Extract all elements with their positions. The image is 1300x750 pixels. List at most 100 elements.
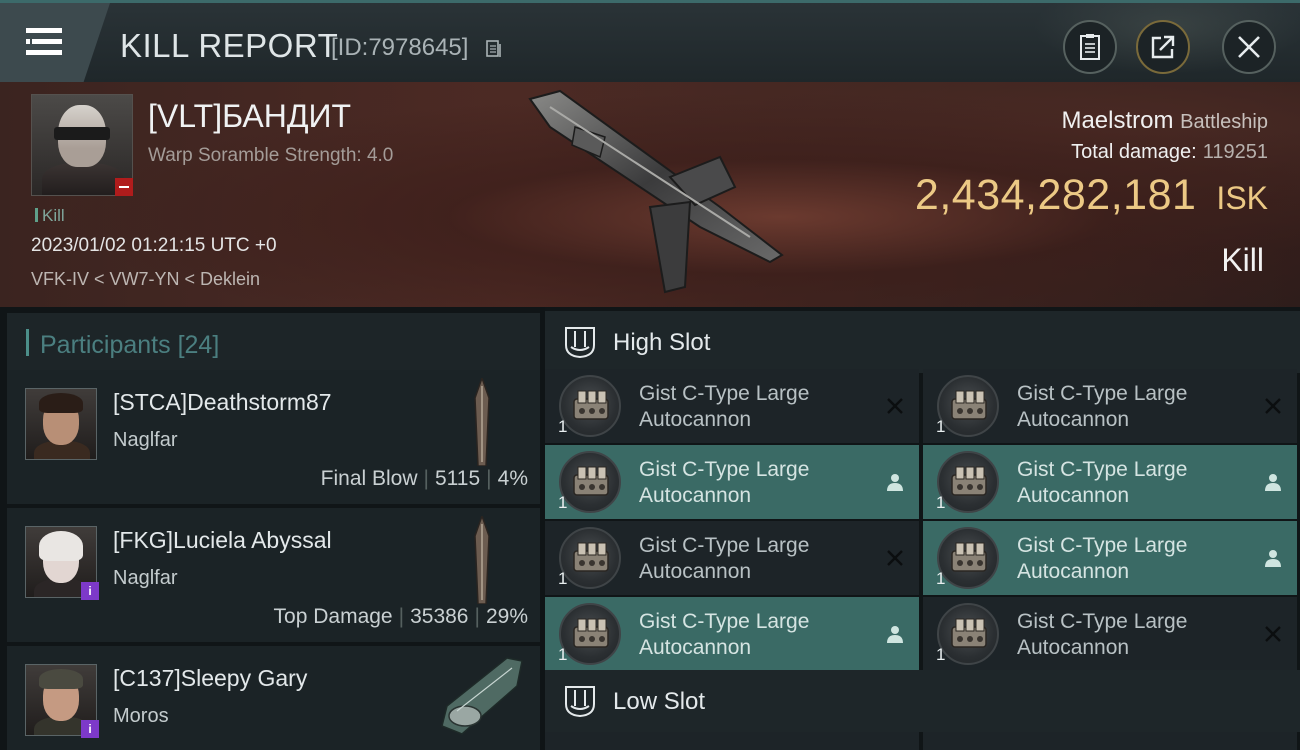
module-item[interactable]: 1 Gist C-Type Large Autocannon bbox=[923, 521, 1297, 595]
participant-percent: 4% bbox=[497, 467, 528, 490]
participant-damage: 5115 bbox=[435, 467, 481, 490]
destroyed-x-icon bbox=[887, 398, 903, 414]
module-item[interactable]: 1 Gist C-Type Large Autocannon bbox=[923, 597, 1297, 671]
low-slot-module[interactable] bbox=[545, 732, 919, 750]
info-badge: i bbox=[81, 720, 99, 738]
report-id: [ID:7978645] bbox=[331, 34, 469, 61]
autocannon-icon bbox=[937, 603, 999, 665]
fitting-panel: High Slot 1 Gist C-Type Large Autocannon 1 G… bbox=[545, 307, 1300, 750]
module-item[interactable]: 1 Gist C-Type Large Autocannon bbox=[545, 369, 919, 443]
low-slot-title: Low Slot bbox=[613, 688, 706, 715]
ship-icon bbox=[474, 516, 490, 604]
victim-ship-image[interactable] bbox=[520, 87, 790, 297]
participant-ship: Naglfar bbox=[113, 567, 178, 589]
module-quantity: 1 bbox=[936, 417, 946, 436]
victim-name[interactable]: [VLT]БАНДИТ bbox=[148, 98, 351, 135]
total-damage-label: Total damage: bbox=[1071, 141, 1197, 163]
participants-title: Participants [24] bbox=[40, 331, 220, 359]
module-name: Gist C-Type Large Autocannon bbox=[639, 382, 810, 431]
module-item[interactable]: 1 Gist C-Type Large Autocannon bbox=[923, 445, 1297, 519]
destroyed-x-icon bbox=[1265, 626, 1281, 642]
autocannon-icon bbox=[937, 527, 999, 589]
participant-name[interactable]: [C137]Sleepy Gary bbox=[113, 665, 307, 692]
isk-value-line: 2,434,282,181 ISK bbox=[915, 171, 1268, 220]
close-button[interactable] bbox=[1222, 20, 1276, 74]
participant-ship: Moros bbox=[113, 705, 169, 727]
ship-class: Battleship bbox=[1180, 111, 1268, 133]
total-damage: Total damage: 119251 bbox=[1071, 141, 1268, 164]
menu-icon bbox=[26, 28, 62, 55]
participant-role: Final Blow bbox=[320, 467, 418, 490]
scramble-strength: Warp Soramble Strength: 4.0 bbox=[148, 145, 394, 166]
high-slot-header: High Slot bbox=[545, 311, 1300, 373]
participant-percent: 29% bbox=[485, 605, 528, 628]
destroyed-x-icon bbox=[1265, 398, 1281, 414]
module-name: Gist C-Type Large Autocannon bbox=[639, 534, 810, 583]
module-name: Gist C-Type Large Autocannon bbox=[1017, 534, 1188, 583]
copy-icon[interactable] bbox=[486, 40, 502, 58]
victim-panel: [VLT]БАНДИТ Warp Soramble Strength: 4.0 … bbox=[0, 82, 1300, 307]
clipboard-button[interactable] bbox=[1063, 20, 1117, 74]
participants-count: [24] bbox=[177, 331, 220, 359]
isk-value: 2,434,282,181 bbox=[914, 171, 1197, 219]
autocannon-icon bbox=[937, 375, 999, 437]
menu-button[interactable] bbox=[0, 3, 110, 82]
low-slot-header: Low Slot bbox=[545, 670, 1300, 732]
module-quantity: 1 bbox=[936, 569, 946, 588]
victim-ship[interactable]: Maelstrom Battleship bbox=[1061, 107, 1268, 135]
module-quantity: 1 bbox=[936, 493, 946, 512]
share-button[interactable] bbox=[1136, 20, 1190, 74]
module-name: Gist C-Type Large Autocannon bbox=[1017, 458, 1188, 507]
participant-row[interactable]: [STCA]Deathstorm87 Naglfar Final Blow | 51… bbox=[7, 370, 540, 504]
dropped-person-icon bbox=[887, 474, 903, 491]
module-name: Gist C-Type Large Autocannon bbox=[639, 458, 810, 507]
high-slot-title: High Slot bbox=[613, 329, 711, 356]
isk-unit: ISK bbox=[1216, 180, 1268, 216]
module-name: Gist C-Type Large Autocannon bbox=[1017, 382, 1188, 431]
module-quantity: 1 bbox=[558, 417, 568, 436]
ship-icon bbox=[474, 378, 490, 466]
module-quantity: 1 bbox=[936, 645, 946, 664]
autocannon-icon bbox=[559, 527, 621, 589]
low-slot-module[interactable] bbox=[923, 732, 1297, 750]
module-name: Gist C-Type Large Autocannon bbox=[639, 610, 810, 659]
participant-name[interactable]: [FKG]Luciela Abyssal bbox=[113, 527, 332, 554]
page-title: KILL REPORT bbox=[120, 27, 339, 64]
autocannon-icon bbox=[937, 451, 999, 513]
low-slot-icon bbox=[565, 686, 595, 718]
ship-icon bbox=[441, 657, 523, 735]
participant-stats: Final Blow | 5115 | 4% bbox=[320, 467, 528, 490]
participant-stats: Top Damage | 35386 | 29% bbox=[273, 605, 528, 628]
participant-damage: 35386 bbox=[410, 605, 469, 628]
dropped-person-icon bbox=[1265, 474, 1281, 491]
participant-row[interactable]: i [FKG]Luciela Abyssal Naglfar Top Damag… bbox=[7, 508, 540, 642]
participant-row[interactable]: i [C137]Sleepy Gary Moros bbox=[7, 646, 540, 750]
kill-location[interactable]: VFK-IV < VW7-YN < Deklein bbox=[31, 269, 260, 290]
module-item[interactable]: 1 Gist C-Type Large Autocannon bbox=[545, 521, 919, 595]
module-item[interactable]: 1 Gist C-Type Large Autocannon bbox=[545, 597, 919, 671]
autocannon-icon bbox=[559, 451, 621, 513]
kill-datetime: 2023/01/02 01:21:15 UTC +0 bbox=[31, 235, 277, 256]
kill-result: Kill bbox=[1221, 242, 1264, 278]
participants-header: Participants [24] bbox=[7, 313, 540, 371]
participant-ship: Naglfar bbox=[113, 429, 178, 451]
ship-name: Maelstrom bbox=[1061, 107, 1174, 134]
participant-role: Top Damage bbox=[273, 605, 393, 628]
destroyed-x-icon bbox=[887, 550, 903, 566]
module-item[interactable]: 1 Gist C-Type Large Autocannon bbox=[923, 369, 1297, 443]
module-quantity: 1 bbox=[558, 645, 568, 664]
module-name: Gist C-Type Large Autocannon bbox=[1017, 610, 1188, 659]
dropped-person-icon bbox=[1265, 550, 1281, 567]
hostile-badge bbox=[115, 178, 133, 196]
clipboard-icon bbox=[1080, 34, 1100, 60]
participants-panel: Participants [24] [STCA]Deathstorm87 Nag… bbox=[0, 307, 540, 750]
kill-tag: Kill bbox=[35, 206, 65, 226]
module-item[interactable]: 1 Gist C-Type Large Autocannon bbox=[545, 445, 919, 519]
avatar[interactable] bbox=[25, 388, 97, 460]
module-quantity: 1 bbox=[558, 569, 568, 588]
share-icon bbox=[1151, 35, 1175, 59]
high-slot-icon bbox=[565, 327, 595, 359]
dropped-person-icon bbox=[887, 626, 903, 643]
participant-name[interactable]: [STCA]Deathstorm87 bbox=[113, 389, 332, 416]
module-quantity: 1 bbox=[558, 493, 568, 512]
